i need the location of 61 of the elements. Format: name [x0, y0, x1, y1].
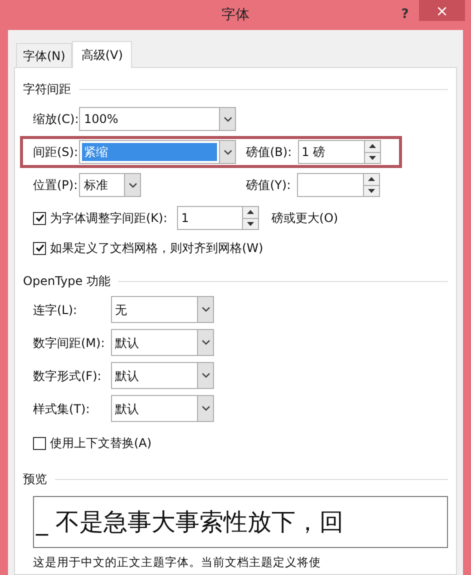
chevron-down-icon	[224, 150, 232, 154]
triangle-down-icon	[368, 188, 375, 193]
section-title: 字符间距	[23, 81, 71, 98]
section-title: 预览	[23, 471, 47, 488]
dropdown-value: 紧缩	[82, 143, 217, 161]
checkbox[interactable]	[33, 212, 46, 224]
field-label: 样式集(T):	[32, 400, 91, 418]
tab[interactable]: 字体(N)	[16, 43, 72, 67]
field-label: 数字间距(M):	[32, 334, 106, 352]
spin-field[interactable]: 1 磅	[298, 140, 381, 164]
field-label: 磅值(Y):	[246, 177, 291, 194]
spin-down-button[interactable]	[362, 186, 379, 196]
dropdown[interactable]: 默认	[111, 329, 214, 356]
dropdown-value: 标准	[83, 177, 109, 194]
spin-down-button[interactable]	[364, 152, 380, 163]
preview-text: _ 不是急事大事索性放下，回	[36, 507, 344, 538]
unit-label: 磅或更大(O)	[271, 210, 338, 227]
tab[interactable]: 高级(V)	[72, 41, 132, 68]
field-label: 缩放(C):	[32, 111, 79, 128]
triangle-up-icon	[368, 177, 375, 182]
field-label: 位置(P):	[32, 177, 79, 194]
triangle-down-icon	[247, 222, 254, 226]
dropdown-value: 默认	[114, 368, 140, 384]
dropdown[interactable]: 无	[111, 296, 214, 323]
checkbox[interactable]	[33, 436, 46, 450]
checkbox-label: 为字体调整字间距(K):	[50, 210, 168, 227]
preview-caption: 这是用于中文的正文主题字体。当前文档主题定义将使	[33, 554, 321, 571]
window-title: 字体	[222, 6, 250, 24]
triangle-down-icon	[368, 156, 376, 160]
checkbox-label: 如果定义了文档网格，则对齐到网格(W)	[50, 240, 264, 257]
checkbox-label: 使用上下文替换(A)	[50, 435, 152, 452]
field-label: 数字形式(F):	[32, 368, 102, 384]
spin-up-button[interactable]	[242, 207, 258, 218]
chevron-down-icon	[128, 182, 136, 188]
chevron-down-icon	[202, 373, 210, 378]
dropdown[interactable]: 100%	[79, 107, 236, 131]
dropdown-value: 默认	[114, 400, 140, 418]
spin-up-button[interactable]	[362, 174, 379, 186]
dropdown-value: 默认	[114, 334, 140, 352]
dropdown[interactable]: 默认	[111, 395, 214, 422]
spin-field[interactable]: 1	[177, 206, 260, 230]
checkbox[interactable]	[33, 242, 46, 254]
triangle-up-icon	[247, 210, 254, 214]
chevron-down-icon	[202, 340, 210, 345]
triangle-up-icon	[368, 144, 376, 148]
close-button[interactable]: ×	[419, 0, 465, 21]
dropdown-value: 100%	[83, 111, 120, 128]
chevron-down-icon	[224, 116, 232, 122]
spin-down-button[interactable]	[242, 218, 258, 229]
help-button[interactable]: ?	[391, 4, 419, 26]
section-title: OpenType 功能	[23, 273, 110, 290]
spin-field[interactable]	[296, 173, 380, 197]
chevron-down-icon	[202, 406, 210, 411]
chevron-down-icon	[202, 307, 210, 312]
dropdown[interactable]: 标准	[79, 173, 141, 197]
dropdown[interactable]: 默认	[111, 362, 214, 389]
field-label: 磅值(B):	[246, 144, 292, 161]
field-label: 间距(S):	[32, 144, 79, 161]
dropdown-value: 无	[114, 302, 128, 318]
field-label: 连字(L):	[32, 302, 78, 318]
spin-up-button[interactable]	[364, 141, 380, 152]
